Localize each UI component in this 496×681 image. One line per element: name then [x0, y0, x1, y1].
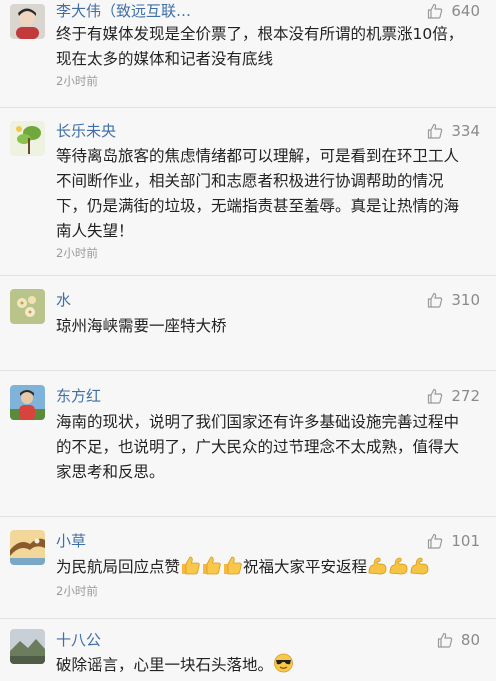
- comment-text: 为民航局回应点赞 祝福大家平安返程: [56, 555, 484, 583]
- comment-author[interactable]: 十八公: [56, 630, 101, 650]
- eagle-avatar-icon[interactable]: [10, 530, 45, 565]
- flexed-biceps-emoji: [409, 556, 430, 583]
- comment-text: 琼州海峡需要一座特大桥: [56, 314, 484, 339]
- thumbs-up-icon: [428, 533, 443, 549]
- landscape-avatar-icon[interactable]: [10, 629, 45, 664]
- comment-author[interactable]: 小草: [56, 531, 86, 551]
- like-count: 80: [460, 631, 480, 649]
- comment-line: 等待离岛旅客的焦虑情绪都可以理解，可是看到在环卫工人: [56, 147, 460, 165]
- comment-line: 终于有媒体发现是全价票了，根本没有所谓的机票涨10倍，: [56, 25, 464, 43]
- flower-avatar-icon[interactable]: [10, 289, 45, 324]
- plant-avatar-icon[interactable]: [10, 121, 45, 156]
- thumbs-up-emoji: [222, 556, 243, 583]
- comment-text-part: 破除谣言，心里一块石头落地。: [56, 656, 274, 674]
- flexed-biceps-emoji: [367, 556, 388, 583]
- comment-text: 海南的现状，说明了我们国家还有许多基础设施完善过程中 的不足，也说明了，广大民众…: [56, 410, 484, 485]
- divider: [0, 516, 496, 517]
- person-outdoor-avatar-icon[interactable]: [10, 385, 45, 420]
- thumbs-up-icon: [428, 123, 443, 139]
- flexed-biceps-emoji: [388, 556, 409, 583]
- comment-author[interactable]: 水: [56, 290, 71, 310]
- thumbs-up-emoji: [201, 556, 222, 583]
- like-count: 101: [451, 532, 480, 550]
- thumbs-up-emoji: [180, 556, 201, 583]
- like-count: 640: [451, 2, 480, 20]
- comment-text-part: 祝福大家平安返程: [243, 558, 368, 576]
- like-button[interactable]: 334: [427, 121, 480, 141]
- comment-author[interactable]: 东方红: [56, 386, 101, 406]
- like-count: 334: [451, 122, 480, 140]
- like-button[interactable]: 272: [427, 386, 480, 406]
- like-button[interactable]: 101: [427, 531, 480, 551]
- like-count: 272: [451, 387, 480, 405]
- comment-line: 不间断作业，相关部门和志愿者积极进行协调帮助的情况: [56, 172, 444, 190]
- like-button[interactable]: 310: [427, 290, 480, 310]
- comment-line: 南人失望！: [56, 222, 134, 240]
- thumbs-up-icon: [437, 632, 453, 648]
- like-button[interactable]: 640: [427, 1, 480, 21]
- comment-time: 2小时前: [56, 74, 98, 88]
- comment-time: 2小时前: [56, 246, 98, 260]
- comment-author[interactable]: 长乐未央: [56, 121, 116, 141]
- comment-line: 的不足，也说明了，广大民众的过节理念不太成熟，值得大: [56, 438, 460, 456]
- comment-line: 海南的现状，说明了我们国家还有许多基础设施完善过程中: [56, 413, 460, 431]
- like-count: 310: [451, 291, 480, 309]
- comment-text: 终于有媒体发现是全价票了，根本没有所谓的机票涨10倍， 现在太多的媒体和记者没有…: [56, 22, 484, 72]
- comment-line: 琼州海峡需要一座特大桥: [56, 317, 227, 335]
- like-button[interactable]: 80: [437, 630, 480, 650]
- thumbs-up-icon: [428, 292, 443, 308]
- comment-author[interactable]: 李大伟（致远互联…: [56, 1, 191, 21]
- thumbs-up-icon: [428, 3, 443, 19]
- comment-line: 家思考和反思。: [56, 463, 165, 481]
- divider: [0, 618, 496, 619]
- comment-text-part: 为民航局回应点赞: [56, 558, 181, 576]
- person-avatar-icon[interactable]: [10, 4, 45, 39]
- comment-line: 现在太多的媒体和记者没有底线: [56, 50, 274, 68]
- comment-time: 2小时前: [56, 584, 98, 598]
- comment-line: 下，仍是满街的垃圾，无端指责甚至羞辱。真是让热情的海: [56, 197, 460, 215]
- divider: [0, 107, 496, 108]
- comment-text: 等待离岛旅客的焦虑情绪都可以理解，可是看到在环卫工人 不间断作业，相关部门和志愿…: [56, 144, 484, 244]
- comment-list: 李大伟（致远互联… 640 终于有媒体发现是全价票了，根本没有所谓的机票涨10倍…: [0, 0, 496, 677]
- divider: [0, 370, 496, 371]
- thumbs-up-icon: [428, 388, 443, 404]
- divider: [0, 275, 496, 276]
